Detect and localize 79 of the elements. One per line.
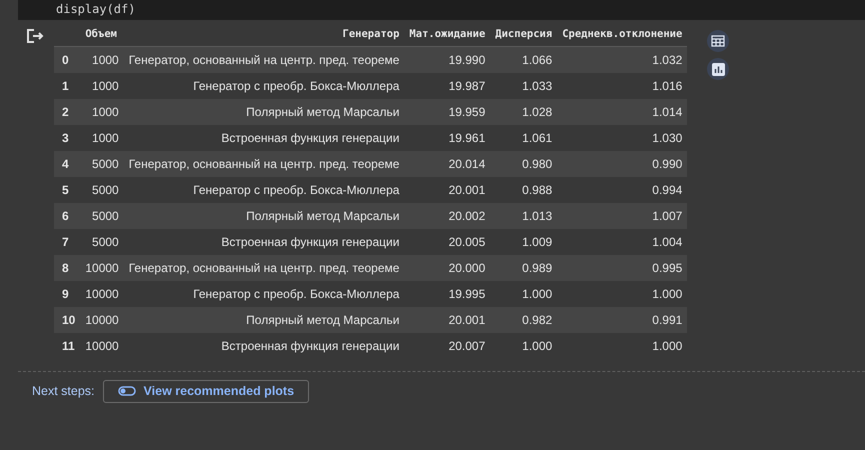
table-cell: 1.032 [557, 46, 688, 72]
table-cell: 19.959 [404, 98, 490, 124]
table-cell: 1.000 [490, 332, 558, 358]
table-cell: Полярный метод Марсальи [124, 306, 404, 332]
table-cell: Встроенная функция генерации [124, 332, 404, 358]
table-cell: 1.014 [557, 98, 688, 124]
table-cell: 20.005 [404, 228, 490, 254]
row-index: 1 [54, 72, 80, 98]
row-index: 6 [54, 202, 80, 228]
table-cell: 10000 [80, 254, 124, 280]
table-cell: Генератор с преобр. Бокса-Мюллера [124, 72, 404, 98]
table-cell: 20.007 [404, 332, 490, 358]
view-plots-button[interactable]: View recommended plots [102, 380, 310, 402]
table-cell: 1.013 [490, 202, 558, 228]
row-index: 2 [54, 98, 80, 124]
table-cell: 1000 [80, 98, 124, 124]
table-cell: Генератор с преобр. Бокса-Мюллера [124, 176, 404, 202]
table-cell: 0.982 [490, 306, 558, 332]
table-cell: Полярный метод Марсальи [124, 98, 404, 124]
table-cell: 20.014 [404, 150, 490, 176]
row-index: 4 [54, 150, 80, 176]
table-cell: Генератор, основанный на центр. пред. теореме [124, 254, 404, 280]
table-cell: 1.000 [557, 332, 688, 358]
table-cell: Встроенная функция генерации [124, 124, 404, 150]
row-index: 11 [54, 332, 80, 358]
table-cell: 0.995 [557, 254, 688, 280]
table-cell: 5000 [80, 150, 124, 176]
table-cell: 1.066 [490, 46, 558, 72]
row-index: 7 [54, 228, 80, 254]
table-cell: 19.990 [404, 46, 490, 72]
table-cell: Генератор, основанный на центр. пред. теореме [124, 46, 404, 72]
output-icon[interactable] [26, 28, 44, 44]
table-cell: 1.030 [557, 124, 688, 150]
table-cell: Полярный метод Марсальи [124, 202, 404, 228]
table-cell: 1.061 [490, 124, 558, 150]
table-cell: 1.007 [557, 202, 688, 228]
table-cell: 0.994 [557, 176, 688, 202]
table-cell: 20.000 [404, 254, 490, 280]
table-cell: 19.987 [404, 72, 490, 98]
table-cell: Генератор с преобр. Бокса-Мюллера [124, 280, 404, 306]
row-index: 0 [54, 46, 80, 72]
table-cell: 5000 [80, 228, 124, 254]
table-cell: 1.000 [490, 280, 558, 306]
table-cell: 0.990 [557, 150, 688, 176]
row-index: 8 [54, 254, 80, 280]
table-cell: 1.016 [557, 72, 688, 98]
table-cell: 20.001 [404, 306, 490, 332]
table-cell: 5000 [80, 202, 124, 228]
table-cell: 1.009 [490, 228, 558, 254]
table-cell: Генератор, основанный на центр. пред. теореме [124, 150, 404, 176]
table-cell: 20.001 [404, 176, 490, 202]
table-cell: 20.002 [404, 202, 490, 228]
table-cell: Встроенная функция генерации [124, 228, 404, 254]
table-cell: 1.033 [490, 72, 558, 98]
row-index: 5 [54, 176, 80, 202]
table-cell: 0.980 [490, 150, 558, 176]
table-cell: 5000 [80, 176, 124, 202]
table-cell: 10000 [80, 306, 124, 332]
table-cell: 1.028 [490, 98, 558, 124]
toggle-icon [118, 386, 136, 396]
table-cell: 1000 [80, 46, 124, 72]
table-cell: 0.988 [490, 176, 558, 202]
code-line: display(df) [55, 2, 136, 16]
row-index: 10 [54, 306, 80, 332]
table-cell: 1000 [80, 72, 124, 98]
table-icon[interactable] [707, 30, 730, 52]
table-cell: 10000 [80, 280, 124, 306]
table-cell: 19.961 [404, 124, 490, 150]
table-cell: 0.989 [490, 254, 558, 280]
next-steps-label: Next steps: [32, 384, 95, 398]
table-cell: 0.991 [557, 306, 688, 332]
table-cell: 1.000 [557, 280, 688, 306]
row-index: 9 [54, 280, 80, 306]
table-cell: 10000 [80, 332, 124, 358]
table-cell: 19.995 [404, 280, 490, 306]
chart-icon[interactable] [707, 58, 730, 80]
row-index: 3 [54, 124, 80, 150]
table-cell: 1000 [80, 124, 124, 150]
table-cell: 1.004 [557, 228, 688, 254]
